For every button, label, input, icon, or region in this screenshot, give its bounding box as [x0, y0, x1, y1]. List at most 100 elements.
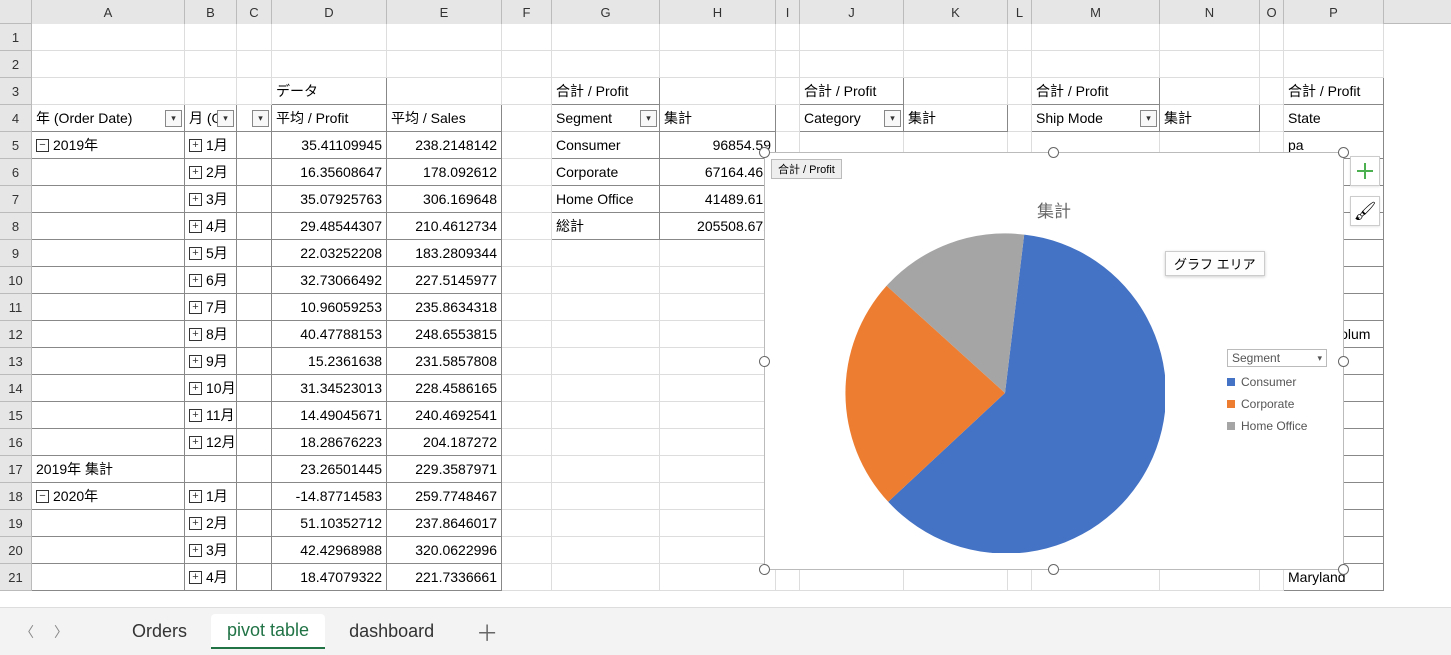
cell[interactable] — [660, 537, 776, 564]
sheet-tab-orders[interactable]: Orders — [116, 615, 203, 648]
cell[interactable] — [660, 78, 776, 105]
cell[interactable] — [237, 132, 272, 159]
cell[interactable]: 41489.613 — [660, 186, 776, 213]
legend-field-dropdown[interactable]: Segment▾ — [1227, 349, 1327, 367]
cell[interactable]: 40.47788153 — [272, 321, 387, 348]
cell[interactable] — [237, 402, 272, 429]
cell[interactable] — [502, 186, 552, 213]
cell[interactable] — [552, 240, 660, 267]
cell[interactable]: 205508.672 — [660, 213, 776, 240]
cell[interactable] — [660, 483, 776, 510]
cell[interactable]: −2020年 — [32, 483, 185, 510]
cell[interactable] — [237, 267, 272, 294]
cell[interactable]: +2月 — [185, 159, 237, 186]
chart-elements-button[interactable] — [1350, 156, 1380, 186]
cell[interactable] — [32, 213, 185, 240]
cell[interactable]: 18.47079322 — [272, 564, 387, 591]
cell[interactable] — [237, 105, 272, 132]
cell[interactable]: 240.4692541 — [387, 402, 502, 429]
sheet-tab-dashboard[interactable]: dashboard — [333, 615, 450, 648]
cell[interactable] — [660, 321, 776, 348]
cell[interactable]: 42.42968988 — [272, 537, 387, 564]
cell[interactable] — [237, 483, 272, 510]
cell[interactable]: 227.5145977 — [387, 267, 502, 294]
cell[interactable] — [32, 375, 185, 402]
cell[interactable]: 183.2809344 — [387, 240, 502, 267]
cell[interactable]: Category — [800, 105, 904, 132]
select-all-corner[interactable] — [0, 0, 32, 24]
cell[interactable]: Corporate — [552, 159, 660, 186]
dropdown-icon[interactable] — [640, 110, 657, 127]
expand-collapse-icon[interactable]: + — [189, 436, 202, 449]
sheet-tab-pivot-table[interactable]: pivot table — [211, 614, 325, 649]
cell[interactable] — [660, 402, 776, 429]
cell[interactable] — [502, 51, 552, 78]
cell[interactable]: State — [1284, 105, 1384, 132]
cell[interactable]: 合計 / Profit — [1284, 78, 1384, 105]
row-header[interactable]: 11 — [0, 294, 32, 321]
cell[interactable]: 月 (O — [185, 105, 237, 132]
cell[interactable] — [1260, 105, 1284, 132]
cell[interactable]: +2月 — [185, 510, 237, 537]
cell[interactable]: 集計 — [904, 105, 1008, 132]
cell[interactable] — [660, 456, 776, 483]
dropdown-icon[interactable] — [252, 110, 269, 127]
cell[interactable] — [502, 267, 552, 294]
cell[interactable] — [237, 186, 272, 213]
cell[interactable]: Home Office — [552, 186, 660, 213]
col-header[interactable]: B — [185, 0, 237, 24]
cell[interactable]: -14.87714583 — [272, 483, 387, 510]
cell[interactable]: 221.7336661 — [387, 564, 502, 591]
cell[interactable] — [660, 51, 776, 78]
cell[interactable] — [1032, 51, 1160, 78]
expand-collapse-icon[interactable]: + — [189, 139, 202, 152]
cell[interactable] — [237, 240, 272, 267]
cell[interactable] — [502, 159, 552, 186]
row-header[interactable]: 9 — [0, 240, 32, 267]
cell[interactable]: 248.6553815 — [387, 321, 502, 348]
row-header[interactable]: 17 — [0, 456, 32, 483]
chart-styles-button[interactable]: 🖌 — [1350, 196, 1380, 226]
cell[interactable] — [387, 51, 502, 78]
row-header[interactable]: 19 — [0, 510, 32, 537]
cell[interactable] — [32, 510, 185, 537]
cell[interactable]: 320.0622996 — [387, 537, 502, 564]
cell[interactable]: +3月 — [185, 186, 237, 213]
cell[interactable] — [237, 159, 272, 186]
col-header[interactable]: G — [552, 0, 660, 24]
cell[interactable]: 96854.59 — [660, 132, 776, 159]
expand-collapse-icon[interactable]: − — [36, 490, 49, 503]
cell[interactable]: 29.48544307 — [272, 213, 387, 240]
cell[interactable] — [185, 78, 237, 105]
row-header[interactable]: 10 — [0, 267, 32, 294]
expand-collapse-icon[interactable]: + — [189, 301, 202, 314]
dropdown-icon[interactable] — [217, 110, 234, 127]
cell[interactable]: +3月 — [185, 537, 237, 564]
cell[interactable]: 67164.465 — [660, 159, 776, 186]
expand-collapse-icon[interactable]: + — [189, 490, 202, 503]
cell[interactable] — [904, 24, 1008, 51]
row-header[interactable]: 15 — [0, 402, 32, 429]
cell[interactable]: 合計 / Profit — [1032, 78, 1160, 105]
cell[interactable]: +9月 — [185, 348, 237, 375]
row-header[interactable]: 13 — [0, 348, 32, 375]
cell[interactable] — [237, 213, 272, 240]
cell[interactable]: 18.28676223 — [272, 429, 387, 456]
cell[interactable]: +4月 — [185, 213, 237, 240]
cell[interactable]: 32.73066492 — [272, 267, 387, 294]
cell[interactable] — [552, 294, 660, 321]
cell[interactable] — [237, 24, 272, 51]
col-header[interactable]: H — [660, 0, 776, 24]
cell[interactable]: 178.092612 — [387, 159, 502, 186]
cell[interactable] — [904, 78, 1008, 105]
cell[interactable] — [32, 537, 185, 564]
cell[interactable] — [237, 429, 272, 456]
cell[interactable] — [502, 402, 552, 429]
col-header[interactable]: N — [1160, 0, 1260, 24]
cell[interactable] — [32, 564, 185, 591]
cell[interactable] — [1284, 51, 1384, 78]
cell[interactable] — [776, 51, 800, 78]
cell[interactable]: 35.07925763 — [272, 186, 387, 213]
cell[interactable] — [1008, 24, 1032, 51]
cell[interactable] — [660, 375, 776, 402]
